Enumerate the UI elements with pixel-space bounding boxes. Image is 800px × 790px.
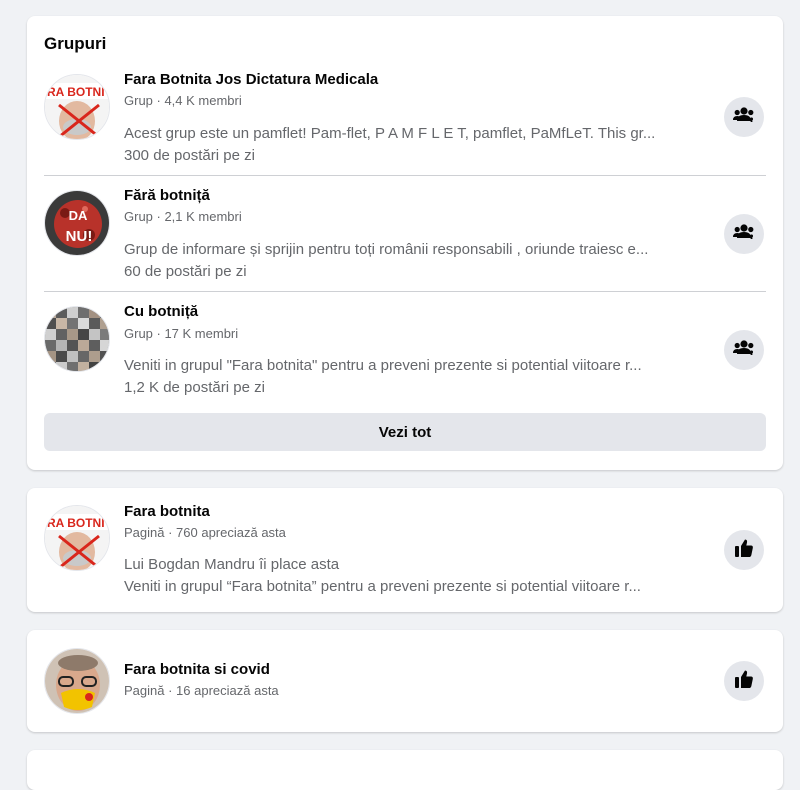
- join-group-button[interactable]: [724, 97, 764, 137]
- join-group-icon: [733, 339, 755, 362]
- like-icon: [734, 538, 754, 563]
- page-meta: Pagină · 16 apreciază asta: [124, 683, 279, 698]
- group-description: Grup de informare și sprijin pentru toți…: [124, 241, 649, 258]
- section-title: Grupuri: [44, 34, 107, 53]
- group-description: Acest grup este un pamflet! Pam-flet, P …: [124, 125, 656, 142]
- page-name[interactable]: Fara botnita: [124, 503, 210, 520]
- avatar-text-yes: DA: [69, 208, 88, 223]
- group-description: Veniti in grupul "Fara botnita" pentru a…: [124, 357, 642, 374]
- group-name[interactable]: Fara Botnita Jos Dictatura Medicala: [124, 71, 378, 88]
- page-result-card[interactable]: RA BOTNI Fara botnita Pagină · 760 aprec…: [27, 488, 783, 612]
- page-avatar[interactable]: [44, 648, 110, 714]
- group-avatar[interactable]: [44, 306, 110, 372]
- see-all-button[interactable]: Vezi tot: [44, 413, 766, 451]
- groups-card: Grupuri RA BOTNI Fara Botnita Jos Dictat…: [27, 16, 783, 470]
- page-description: Veniti in grupul “Fara botnita” pentru a…: [124, 578, 641, 595]
- group-meta: Grup · 4,4 K membri: [124, 93, 242, 108]
- group-avatar[interactable]: RA BOTNI: [44, 74, 110, 140]
- avatar-text: RA BOTNI: [47, 516, 105, 530]
- join-group-icon: [733, 106, 755, 129]
- page-name[interactable]: Fara botnita si covid: [124, 661, 270, 678]
- next-result-card: [27, 750, 783, 790]
- divider: [44, 175, 766, 176]
- group-avatar[interactable]: DA NU!: [44, 190, 110, 256]
- divider: [44, 291, 766, 292]
- join-group-button[interactable]: [724, 330, 764, 370]
- group-post-frequency: 1,2 K de postări pe zi: [124, 379, 265, 396]
- page-meta: Pagină · 760 apreciază asta: [124, 525, 286, 540]
- join-group-icon: [733, 223, 755, 246]
- avatar-text-no: NU!: [66, 228, 93, 245]
- like-page-button[interactable]: [724, 530, 764, 570]
- like-icon: [734, 669, 754, 694]
- page-avatar[interactable]: RA BOTNI: [44, 505, 110, 571]
- group-meta: Grup · 17 K membri: [124, 326, 239, 341]
- page-social-context: Lui Bogdan Mandru îi place asta: [124, 556, 340, 573]
- group-name[interactable]: Fără botniță: [124, 187, 210, 204]
- like-page-button[interactable]: [724, 661, 764, 701]
- group-post-frequency: 60 de postări pe zi: [124, 263, 247, 280]
- group-meta: Grup · 2,1 K membri: [124, 209, 242, 224]
- group-name[interactable]: Cu botniță: [124, 303, 198, 320]
- join-group-button[interactable]: [724, 214, 764, 254]
- group-post-frequency: 300 de postări pe zi: [124, 147, 255, 164]
- avatar-text: RA BOTNI: [47, 85, 105, 99]
- page-result-card[interactable]: Fara botnita si covid Pagină · 16 apreci…: [27, 630, 783, 732]
